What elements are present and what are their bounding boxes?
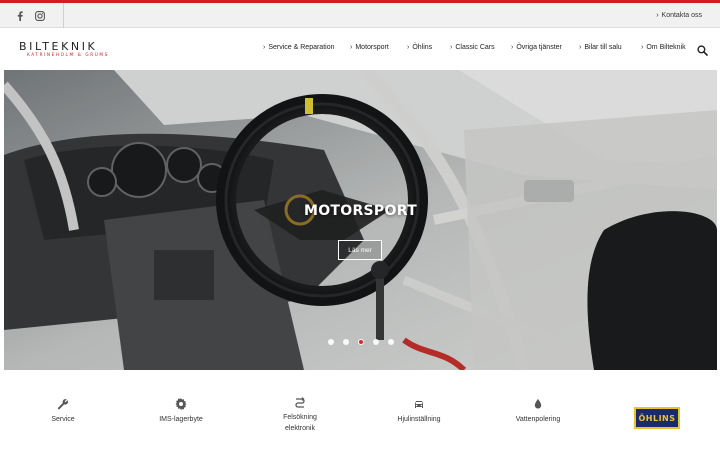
diagnostics-icon <box>294 396 306 408</box>
service-label: Service <box>51 416 75 423</box>
chevron-right-icon: › <box>407 44 410 51</box>
social-links <box>14 3 46 28</box>
chevron-right-icon: › <box>641 44 644 51</box>
chevron-right-icon: › <box>350 44 353 51</box>
site-header: BILTEKNIK KATRINEHOLM & GRUMS › Service … <box>0 29 720 70</box>
service-label: Felsökning elektronik <box>283 414 317 432</box>
service-item-felsokning[interactable]: Felsökning elektronik <box>245 396 355 434</box>
facebook-icon[interactable] <box>14 10 26 22</box>
hero-read-more-button[interactable]: Läs mer <box>338 240 382 260</box>
chevron-right-icon: › <box>656 12 659 19</box>
nav-item-label: Bilar till salu <box>584 44 622 51</box>
contact-label: Kontakta oss <box>661 12 702 19</box>
hero-slider: MOTORSPORT Läs mer <box>4 70 717 370</box>
nav-item-service[interactable]: › Service & Reparation <box>263 44 335 51</box>
nav-item-label: Öhlins <box>412 44 433 51</box>
nav-item-ovriga-tjanster[interactable]: › Övriga tjänster <box>511 44 562 51</box>
service-item-ims-lagerbyte[interactable]: IMS-lagerbyte <box>126 398 236 425</box>
ohlins-partner-logo[interactable]: ÖHLINS <box>634 407 680 429</box>
nav-item-label: Classic Cars <box>455 44 495 51</box>
water-drop-icon <box>532 398 544 410</box>
service-label: IMS-lagerbyte <box>159 416 203 423</box>
slider-dot[interactable] <box>372 339 379 345</box>
nav-item-classic-cars[interactable]: › Classic Cars <box>450 44 495 51</box>
gear-icon <box>175 398 187 410</box>
slider-dot-active[interactable] <box>357 339 364 345</box>
nav-item-label: Motorsport <box>355 44 389 51</box>
service-item-service[interactable]: Service <box>8 398 118 425</box>
search-icon[interactable] <box>697 43 708 56</box>
chevron-right-icon: › <box>263 44 266 51</box>
instagram-icon[interactable] <box>34 10 46 22</box>
slider-dot[interactable] <box>327 339 334 345</box>
service-item-vattenpolering[interactable]: Vattenpolering <box>483 398 593 425</box>
ohlins-logo-text: ÖHLINS <box>638 413 676 423</box>
slider-dot[interactable] <box>387 339 394 345</box>
nav-item-ohlins[interactable]: › Öhlins <box>407 44 432 51</box>
service-item-hjulinstallning[interactable]: Hjulinställning <box>364 398 474 425</box>
nav-item-bilar-till-salu[interactable]: › Bilar till salu <box>579 44 622 51</box>
hero-image <box>4 70 717 370</box>
nav-item-motorsport[interactable]: › Motorsport <box>350 44 389 51</box>
contact-link[interactable]: › Kontakta oss <box>656 3 702 28</box>
wrench-icon <box>57 398 69 410</box>
nav-item-om-bilteknik[interactable]: › Om Bilteknik <box>641 44 686 51</box>
nav-item-label: Service & Reparation <box>268 44 335 51</box>
topbar-divider <box>63 3 64 28</box>
chevron-right-icon: › <box>579 44 582 51</box>
services-row: Service IMS-lagerbyte Felsökning elektro… <box>0 370 720 450</box>
logo-subtitle: KATRINEHOLM & GRUMS <box>27 52 109 57</box>
top-bar: › Kontakta oss <box>0 3 720 28</box>
car-icon <box>413 398 425 410</box>
logo-wordmark: BILTEKNIK <box>19 40 98 53</box>
hero-title: MOTORSPORT <box>303 203 417 219</box>
nav-item-label: Övriga tjänster <box>516 44 562 51</box>
slider-pagination <box>4 339 717 345</box>
service-label: Hjulinställning <box>397 416 441 423</box>
slider-dot[interactable] <box>342 339 349 345</box>
service-label: Vattenpolering <box>515 416 561 423</box>
chevron-right-icon: › <box>511 44 514 51</box>
nav-item-label: Om Bilteknik <box>646 44 686 51</box>
chevron-right-icon: › <box>450 44 453 51</box>
site-logo[interactable]: BILTEKNIK KATRINEHOLM & GRUMS <box>19 41 141 59</box>
